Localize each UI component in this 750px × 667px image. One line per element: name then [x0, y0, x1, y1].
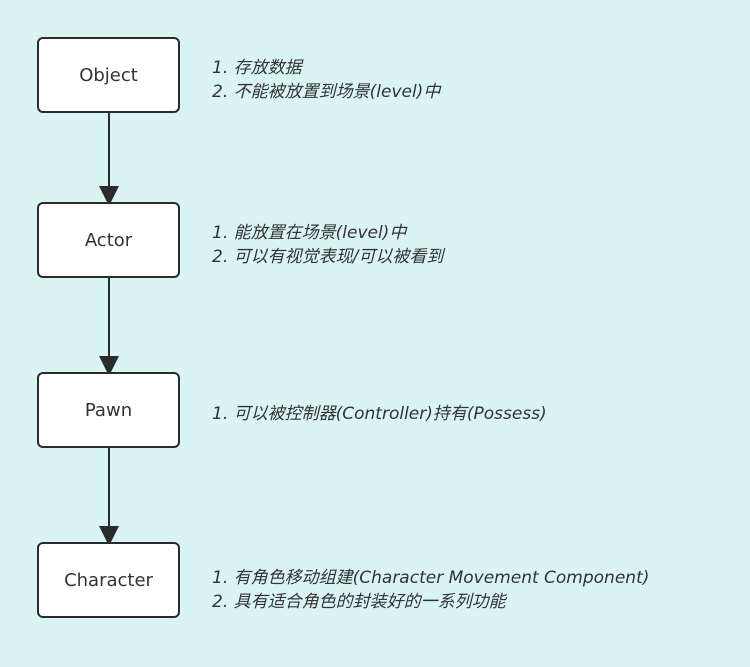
pawn-node: Pawn — [37, 372, 180, 448]
character-node: Character — [37, 542, 180, 618]
object-node-label: Object — [79, 64, 138, 86]
pawn-notes: 1. 可以被控制器(Controller)持有(Possess) — [212, 402, 732, 426]
pawn-note-1: 1. 可以被控制器(Controller)持有(Possess) — [212, 404, 547, 424]
pawn-node-label: Pawn — [84, 399, 133, 421]
character-notes: 1. 有角色移动组建(Character Movement Component)… — [212, 566, 732, 614]
character-node-label: Character — [64, 569, 153, 591]
actor-node-label: Actor — [84, 229, 133, 251]
actor-note-2: 2. 可以有视觉表现/可以被看到 — [212, 247, 444, 267]
object-node: Object — [37, 37, 180, 113]
actor-notes: 1. 能放置在场景(level)中 2. 可以有视觉表现/可以被看到 — [212, 221, 732, 269]
class-hierarchy-diagram: Object 1. 存放数据 2. 不能被放置到场景(level)中 Actor… — [0, 0, 750, 667]
actor-note-1: 1. 能放置在场景(level)中 — [212, 223, 407, 243]
object-notes: 1. 存放数据 2. 不能被放置到场景(level)中 — [212, 56, 732, 104]
object-note-1: 1. 存放数据 — [212, 58, 302, 78]
character-note-1: 1. 有角色移动组建(Character Movement Component) — [212, 568, 650, 588]
object-note-2: 2. 不能被放置到场景(level)中 — [212, 82, 441, 102]
character-note-2: 2. 具有适合角色的封装好的一系列功能 — [212, 592, 506, 612]
actor-node: Actor — [37, 202, 180, 278]
